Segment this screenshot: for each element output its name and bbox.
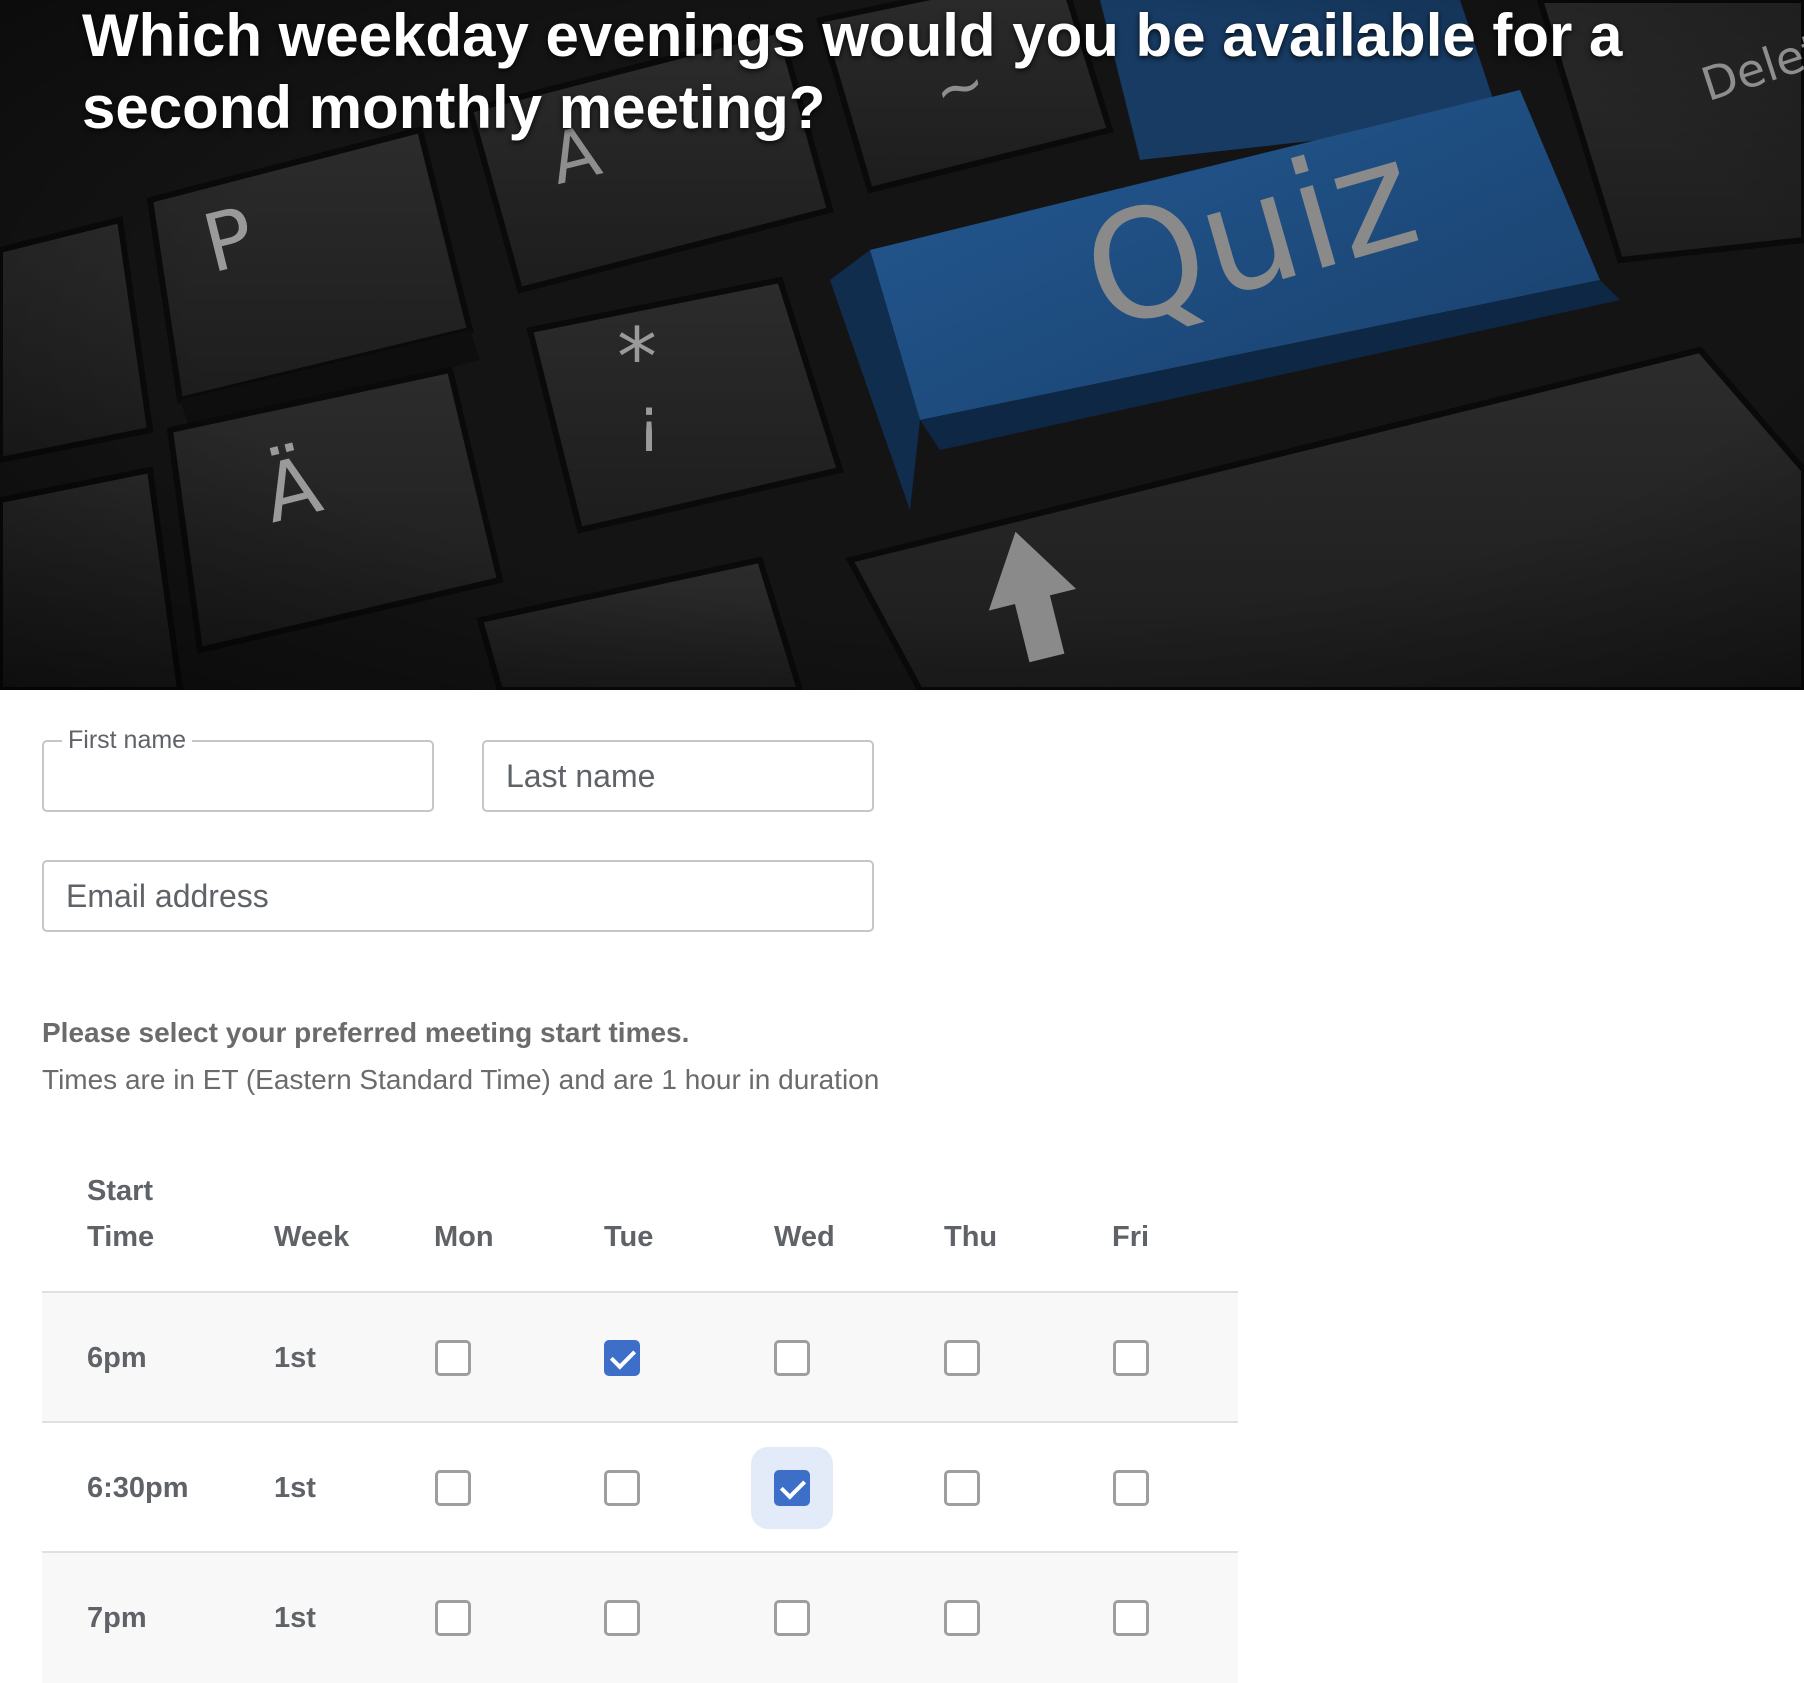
- hero-banner: P Ä A * ¡ ~ Quiz Delet Which weekday eve…: [0, 0, 1804, 690]
- last-name-input[interactable]: [484, 742, 872, 810]
- row-week: 1st: [274, 1602, 316, 1634]
- key-legend-inverted-exclamation: ¡: [637, 385, 661, 455]
- checkbox-7pm-fri[interactable]: [1113, 1600, 1149, 1636]
- checkbox-6pm-tue[interactable]: [604, 1340, 640, 1376]
- checkbox-630pm-thu[interactable]: [944, 1470, 980, 1506]
- row-start-time: 7pm: [87, 1602, 147, 1634]
- header-start-time-line2: Time: [87, 1221, 155, 1253]
- header-wed: Wed: [774, 1221, 835, 1253]
- checkbox-6pm-wed[interactable]: [774, 1340, 810, 1376]
- table-row-6pm: 6pm 1st: [42, 1293, 1238, 1423]
- first-name-field[interactable]: First name: [42, 726, 434, 812]
- last-name-field[interactable]: [482, 740, 874, 812]
- table-row-7pm: 7pm 1st: [42, 1553, 1238, 1683]
- checkbox-630pm-wed[interactable]: [774, 1470, 810, 1506]
- checkbox-630pm-mon[interactable]: [435, 1470, 471, 1506]
- checkbox-7pm-wed[interactable]: [774, 1600, 810, 1636]
- instructions-subtitle: Times are in ET (Eastern Standard Time) …: [42, 1064, 880, 1095]
- row-week: 1st: [274, 1472, 316, 1504]
- page-title: Which weekday evenings would you be avai…: [82, 2, 1623, 141]
- header-mon: Mon: [434, 1221, 494, 1253]
- instructions-title: Please select your preferred meeting sta…: [42, 1017, 690, 1048]
- email-field[interactable]: [42, 860, 874, 932]
- header-start-time-line1: Start: [87, 1175, 154, 1207]
- checkbox-7pm-tue[interactable]: [604, 1600, 640, 1636]
- header-tue: Tue: [604, 1221, 654, 1253]
- checkbox-7pm-thu[interactable]: [944, 1600, 980, 1636]
- row-start-time: 6:30pm: [87, 1472, 189, 1504]
- row-start-time: 6pm: [87, 1342, 147, 1374]
- email-input[interactable]: [44, 862, 872, 930]
- checkbox-630pm-tue[interactable]: [604, 1470, 640, 1506]
- checkbox-6pm-fri[interactable]: [1113, 1340, 1149, 1376]
- header-week: Week: [274, 1221, 350, 1253]
- row-week: 1st: [274, 1342, 316, 1374]
- header-thu: Thu: [944, 1221, 998, 1253]
- checkbox-6pm-thu[interactable]: [944, 1340, 980, 1376]
- first-name-input[interactable]: [44, 742, 432, 810]
- header-start-time: Start Time: [87, 1168, 154, 1260]
- checkbox-7pm-mon[interactable]: [435, 1600, 471, 1636]
- checkbox-6pm-mon[interactable]: [435, 1340, 471, 1376]
- checkbox-630pm-fri[interactable]: [1113, 1470, 1149, 1506]
- header-fri: Fri: [1112, 1221, 1150, 1253]
- table-row-630pm: 6:30pm 1st: [42, 1423, 1238, 1553]
